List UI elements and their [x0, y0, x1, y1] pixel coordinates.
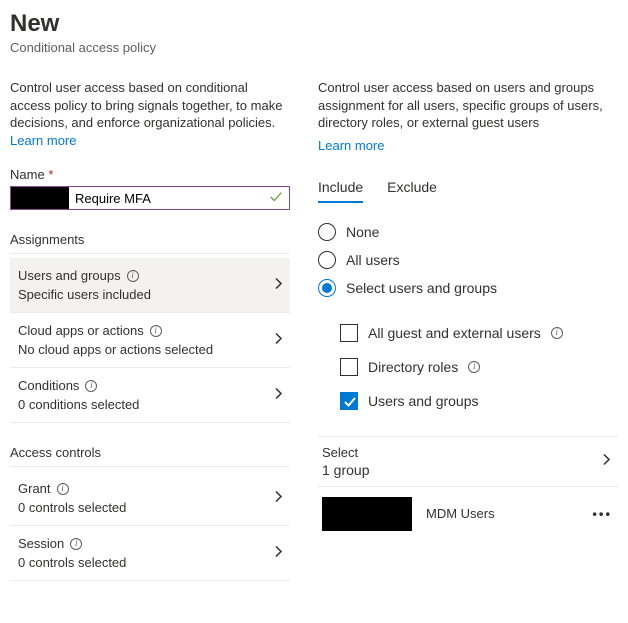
select-scope-checkboxes: All guest and external users i Directory…	[340, 316, 618, 418]
info-icon[interactable]: i	[127, 270, 139, 282]
learn-more-link-left[interactable]: Learn more	[10, 133, 76, 148]
row-conditions-title: Conditions	[18, 378, 79, 393]
row-session-title: Session	[18, 536, 64, 551]
radio-icon	[318, 223, 336, 241]
chevron-right-icon	[274, 387, 284, 404]
radio-none-label: None	[346, 224, 379, 240]
page-title: New	[10, 10, 618, 38]
row-cloud-apps-sub: No cloud apps or actions selected	[18, 342, 284, 357]
policy-name-input[interactable]	[69, 187, 269, 209]
right-intro-text: Control user access based on users and g…	[318, 80, 603, 130]
row-session-sub: 0 controls selected	[18, 555, 284, 570]
checkbox-dirroles-label: Directory roles	[368, 359, 458, 375]
user-scope-radios: None All users Select users and groups	[318, 218, 618, 302]
row-users-groups[interactable]: Users and groups i Specific users includ…	[10, 258, 290, 313]
info-icon[interactable]: i	[468, 361, 480, 373]
info-icon[interactable]: i	[57, 483, 69, 495]
include-exclude-tabs: Include Exclude	[318, 173, 618, 204]
checkbox-users-groups[interactable]: Users and groups	[340, 384, 618, 418]
radio-all-users-label: All users	[346, 252, 400, 268]
left-intro: Control user access based on conditional…	[10, 79, 290, 149]
checkbox-usersgroups-label: Users and groups	[368, 393, 479, 409]
row-cloud-apps-title: Cloud apps or actions	[18, 323, 144, 338]
chevron-right-icon	[274, 277, 284, 294]
radio-none[interactable]: None	[318, 218, 618, 246]
row-conditions[interactable]: Conditions i 0 conditions selected	[10, 368, 290, 423]
row-session[interactable]: Session i 0 controls selected	[10, 526, 290, 581]
required-asterisk: *	[48, 167, 53, 182]
row-users-groups-sub: Specific users included	[18, 287, 284, 302]
radio-select-label: Select users and groups	[346, 280, 497, 296]
chevron-right-icon	[602, 453, 612, 470]
info-icon[interactable]: i	[70, 538, 82, 550]
info-icon[interactable]: i	[551, 327, 563, 339]
chevron-right-icon	[274, 545, 284, 562]
learn-more-link-right[interactable]: Learn more	[318, 138, 384, 153]
tab-include[interactable]: Include	[318, 173, 363, 203]
info-icon[interactable]: i	[85, 380, 97, 392]
chevron-right-icon	[274, 332, 284, 349]
chevron-right-icon	[274, 490, 284, 507]
tab-exclude[interactable]: Exclude	[387, 173, 437, 203]
row-grant-sub: 0 controls selected	[18, 500, 284, 515]
page-subtitle: Conditional access policy	[10, 40, 618, 55]
checkbox-icon	[340, 392, 358, 410]
selected-group-name: MDM Users	[426, 506, 495, 521]
selected-group-row: MDM Users •••	[318, 487, 618, 541]
radio-select-users-groups[interactable]: Select users and groups	[318, 274, 618, 302]
select-label: Select	[322, 445, 614, 460]
row-grant-title: Grant	[18, 481, 51, 496]
right-intro: Control user access based on users and g…	[318, 79, 618, 132]
left-intro-text: Control user access based on conditional…	[10, 80, 282, 130]
checkbox-directory-roles[interactable]: Directory roles i	[340, 350, 618, 384]
row-cloud-apps[interactable]: Cloud apps or actions i No cloud apps or…	[10, 313, 290, 368]
info-icon[interactable]: i	[150, 325, 162, 337]
radio-icon	[318, 251, 336, 269]
checkbox-guest-label: All guest and external users	[368, 325, 541, 341]
right-column: Control user access based on users and g…	[318, 79, 618, 581]
check-icon	[269, 190, 289, 207]
row-conditions-sub: 0 conditions selected	[18, 397, 284, 412]
left-column: Control user access based on conditional…	[10, 79, 290, 581]
select-group-block[interactable]: Select 1 group	[318, 436, 618, 487]
checkbox-icon	[340, 358, 358, 376]
row-users-groups-title: Users and groups	[18, 268, 121, 283]
group-avatar-redacted	[322, 497, 412, 531]
name-label: Name *	[10, 167, 290, 182]
more-actions-icon[interactable]: •••	[592, 506, 612, 521]
radio-all-users[interactable]: All users	[318, 246, 618, 274]
name-prefix-redacted	[11, 187, 69, 209]
checkbox-guest-users[interactable]: All guest and external users i	[340, 316, 618, 350]
assignments-header: Assignments	[10, 232, 290, 254]
row-grant[interactable]: Grant i 0 controls selected	[10, 471, 290, 526]
select-value: 1 group	[322, 462, 614, 478]
radio-icon	[318, 279, 336, 297]
access-controls-header: Access controls	[10, 445, 290, 467]
checkbox-icon	[340, 324, 358, 342]
name-input-wrap	[10, 186, 290, 210]
